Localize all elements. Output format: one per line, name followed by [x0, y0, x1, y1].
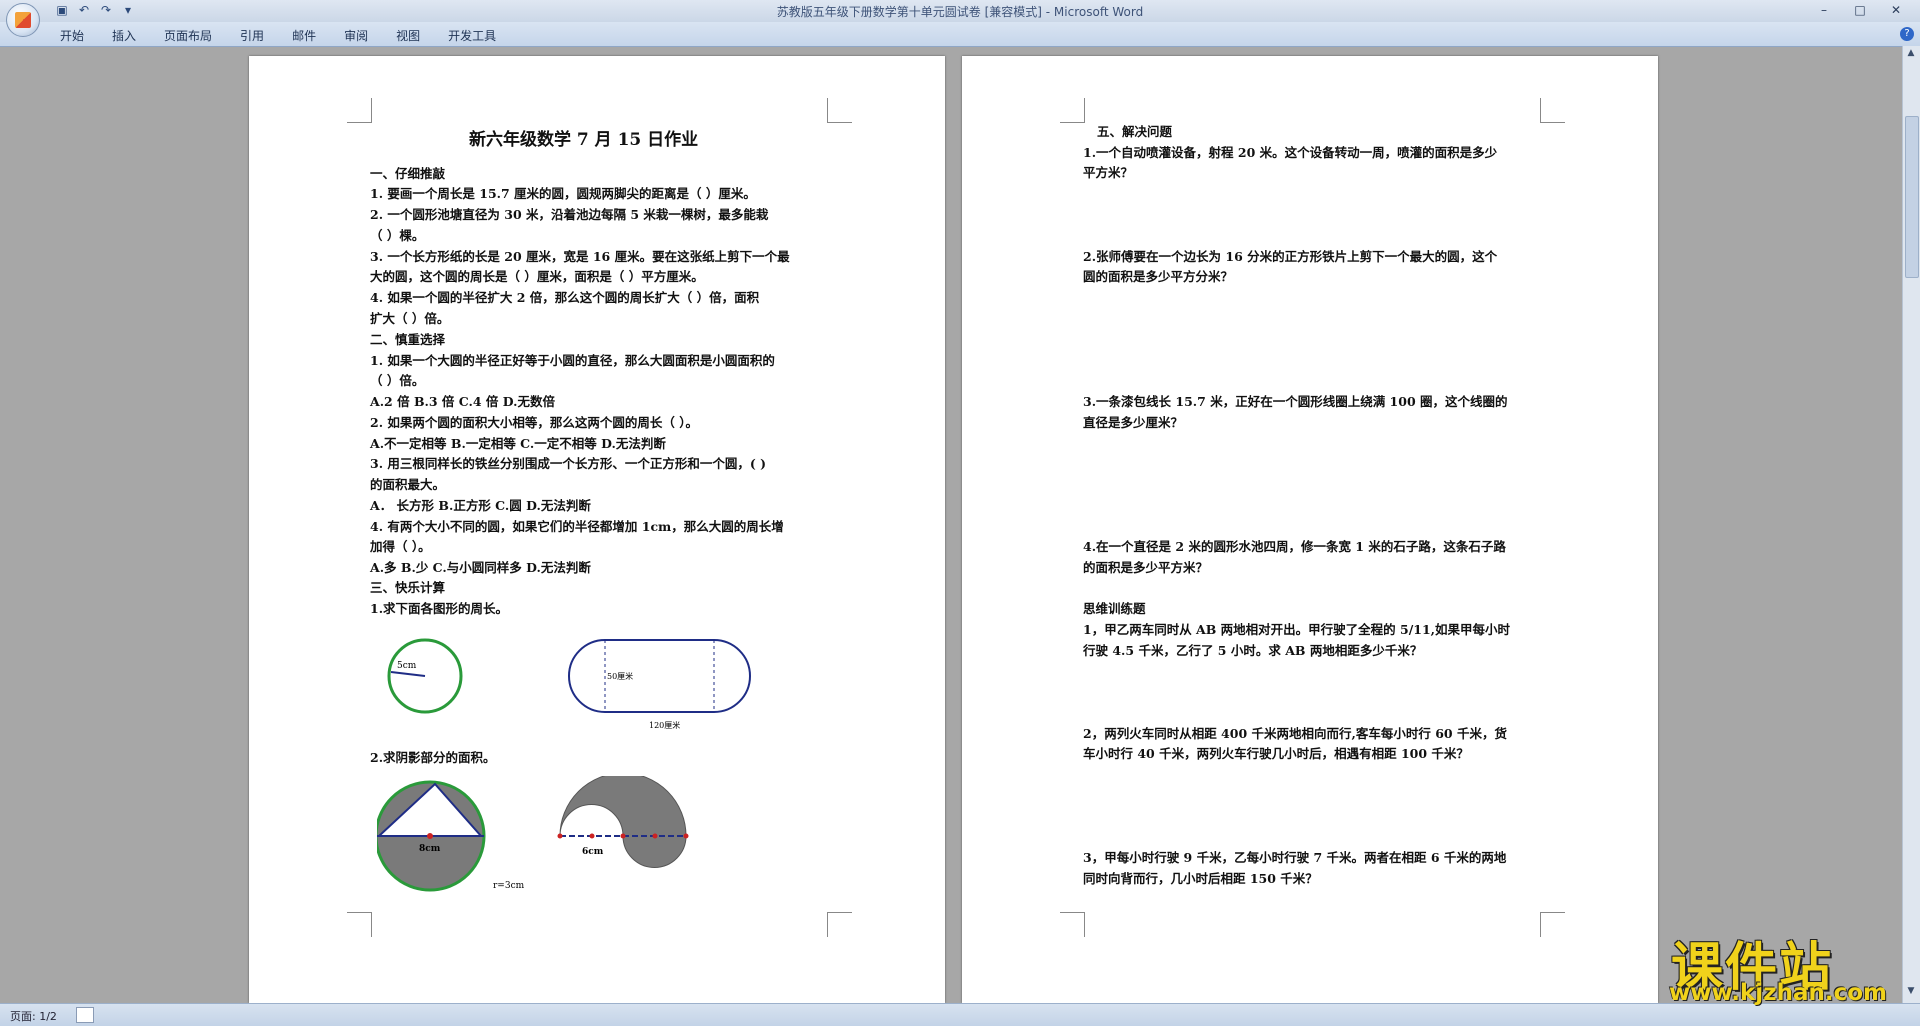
doc-line: 2. 一个圆形池塘直径为 30 米，沿着池边每隔 5 米栽一棵树，最多能栽 — [370, 207, 769, 222]
doc-line: 大的圆，这个圆的周长是（ ）厘米，面积是（ ）平方厘米。 — [370, 269, 704, 284]
office-logo-icon — [15, 12, 31, 28]
section-heading: 五、解决问题 — [1097, 124, 1173, 139]
doc-line: A． 长方形 B.正方形 C.圆 D.无法判断 — [370, 498, 591, 513]
doc-line: 二、慎重选择 — [370, 332, 446, 347]
left-figure-radius: r=3cm — [493, 881, 525, 891]
doc-line: 1. 如果一个大圆的半径正好等于小圆的直径，那么大圆面积是小圆面积的 — [370, 353, 775, 368]
doc-line: 圆的面积是多少平方分米？ — [1083, 269, 1234, 284]
crop-mark — [347, 98, 372, 123]
doc-line: 4.在一个直径是 2 米的圆形水池四周，修一条宽 1 米的石子路，这条石子路 — [1083, 539, 1506, 554]
point — [620, 833, 626, 839]
doc-line: 3. 用三根同样长的铁丝分别围成一个长方形、一个正方形和一个圆，( ) — [370, 456, 767, 471]
radius-line — [390, 671, 426, 677]
window-controls: – □ ✕ — [1806, 1, 1914, 19]
tab-home[interactable]: 开始 — [60, 27, 84, 44]
doc-line: 车小时行 40 千米，两列火车行驶几小时后，相遇有相距 100 千米？ — [1083, 746, 1469, 761]
help-icon[interactable]: ? — [1900, 27, 1914, 41]
doc-line: 3，甲每小时行驶 9 千米，乙每小时行驶 7 千米。两者在相距 6 千米的两地 — [1083, 850, 1507, 865]
stadium-shape — [568, 639, 751, 713]
doc-line: 4. 有两个大小不同的圆，如果它们的半径都增加 1cm，那么大圆的周长增 — [370, 519, 784, 534]
status-bar: 页面: 1/2 — [0, 1003, 1920, 1026]
window-title: 苏教版五年级下册数学第十单元圆试卷 [兼容模式] - Microsoft Wor… — [776, 5, 1144, 19]
page-title: 新六年级数学 7 月 15 日作业 — [469, 130, 699, 150]
page-indicator[interactable]: 页面: 1/2 — [10, 1008, 57, 1024]
doc-line: 平方米？ — [1083, 165, 1134, 180]
title-bar: ▣ ↶ ↷ ▾ 苏教版五年级下册数学第十单元圆试卷 [兼容模式] - Micro… — [0, 0, 1920, 22]
doc-line: 直径是多少厘米？ — [1083, 415, 1184, 430]
stadium-side-label: 50厘米 — [607, 671, 633, 681]
doc-line: 的面积是多少平方米？ — [1083, 560, 1209, 575]
doc-line: 2.张师傅要在一个边长为 16 分米的正方形铁片上剪下一个最大的圆，这个 — [1083, 249, 1498, 264]
doc-line: 1.一个自动喷灌设备，射程 20 米。这个设备转动一周，喷灌的面积是多少 — [1083, 145, 1498, 160]
doc-line: 1. 要画一个周长是 15.7 厘米的圆，圆规两脚尖的距离是（ ）厘米。 — [370, 186, 756, 201]
crop-mark — [827, 98, 852, 123]
crop-mark — [1540, 98, 1565, 123]
close-icon[interactable]: ✕ — [1878, 1, 1914, 19]
point — [652, 833, 658, 839]
tab-review[interactable]: 审阅 — [344, 27, 368, 44]
doc-line: （ ）倍。 — [370, 373, 425, 388]
ribbon: 开始 插入 页面布局 引用 邮件 审阅 视图 开发工具 ? — [0, 22, 1920, 47]
doc-line: A.不一定相等 B.一定相等 C.一定不相等 D.无法判断 — [370, 436, 666, 451]
doc-line: 2.求阴影部分的面积。 — [370, 750, 496, 765]
crop-mark — [1060, 98, 1085, 123]
lower-semicircle — [623, 836, 686, 868]
figure-perimeter: 5cm 50厘米 120厘米 — [387, 638, 751, 730]
scroll-thumb[interactable] — [1905, 116, 1919, 278]
tab-insert[interactable]: 插入 — [112, 27, 136, 44]
doc-line: 扩大（ ）倍。 — [370, 311, 450, 326]
tab-references[interactable]: 引用 — [240, 27, 264, 44]
scroll-up-icon[interactable]: ▲ — [1905, 48, 1917, 60]
point — [683, 833, 689, 839]
doc-line: 4. 如果一个圆的半径扩大 2 倍，那么这个圆的周长扩大（ ）倍，面积 — [370, 290, 760, 305]
doc-line: 2. 如果两个圆的面积大小相等，那么这两个圆的周长（ ）。 — [370, 415, 699, 430]
doc-line: 1，甲乙两车同时从 AB 两地相对开出。甲行驶了全程的 5/11,如果甲每小时 — [1083, 622, 1511, 637]
doc-line: 行驶 4.5 千米，乙行了 5 小时。求 AB 两地相距多少千米？ — [1083, 643, 1423, 658]
left-figure-label: 8cm — [419, 844, 441, 854]
maximize-icon[interactable]: □ — [1842, 1, 1878, 19]
doc-line: A.2 倍 B.3 倍 C.4 倍 D.无数倍 — [370, 394, 555, 409]
minimize-icon[interactable]: – — [1806, 1, 1842, 19]
vertical-scrollbar[interactable]: ▲ ▼ — [1902, 46, 1920, 1003]
watermark-logo: 课件站 www.kjzhan.com — [1663, 925, 1909, 1007]
crop-mark — [347, 912, 372, 937]
watermark-url: www.kjzhan.com — [1669, 980, 1887, 1006]
tab-developer[interactable]: 开发工具 — [448, 27, 496, 44]
stadium-bottom-label: 120厘米 — [649, 720, 680, 730]
doc-line: 3. 一个长方形纸的长是 20 厘米，宽是 16 厘米。要在这张纸上剪下一个最 — [370, 249, 790, 264]
doc-line: 一、仔细推敲 — [370, 166, 446, 181]
point — [589, 833, 595, 839]
office-button[interactable] — [6, 3, 40, 37]
doc-line: A.多 B.少 C.与小圆同样多 D.无法判断 — [370, 560, 591, 575]
document-page-2[interactable]: 五、解决问题 1.一个自动喷灌设备，射程 20 米。这个设备转动一周，喷灌的面积… — [962, 56, 1658, 1003]
crop-mark — [1540, 912, 1565, 937]
circle-label: 5cm — [397, 661, 417, 671]
tab-view[interactable]: 视图 — [396, 27, 420, 44]
figure-shaded-area: 8cm r=3cm 6cm — [377, 776, 689, 892]
center-point — [427, 833, 433, 839]
doc-line: 3.一条漆包线长 15.7 米，正好在一个圆形线圈上绕满 100 圈，这个线圈的 — [1083, 394, 1508, 409]
tab-mailings[interactable]: 邮件 — [292, 27, 316, 44]
crop-mark — [827, 912, 852, 937]
tab-page-layout[interactable]: 页面布局 — [164, 27, 212, 44]
section-heading: 思维训练题 — [1083, 601, 1146, 616]
doc-line: 2，两列火车同时从相距 400 千米两地相向而行,客车每小时行 60 千米，货 — [1083, 726, 1507, 741]
doc-line: 同时向背而行，几小时后相距 150 千米？ — [1083, 871, 1318, 886]
doc-line: 三、快乐计算 — [370, 580, 446, 595]
point — [557, 833, 563, 839]
document-page-1[interactable]: 新六年级数学 7 月 15 日作业 一、仔细推敲 1. 要画一个周长是 15.7… — [249, 56, 945, 1003]
doc-line: 的面积最大。 — [370, 477, 446, 492]
crop-mark — [1060, 912, 1085, 937]
doc-line: 加得（ ）。 — [370, 539, 431, 554]
doc-line: 1.求下面各图形的周长。 — [370, 601, 509, 616]
proofing-icon[interactable] — [76, 1007, 94, 1023]
right-figure-label: 6cm — [582, 847, 604, 857]
doc-line: （ ）棵。 — [370, 228, 425, 243]
